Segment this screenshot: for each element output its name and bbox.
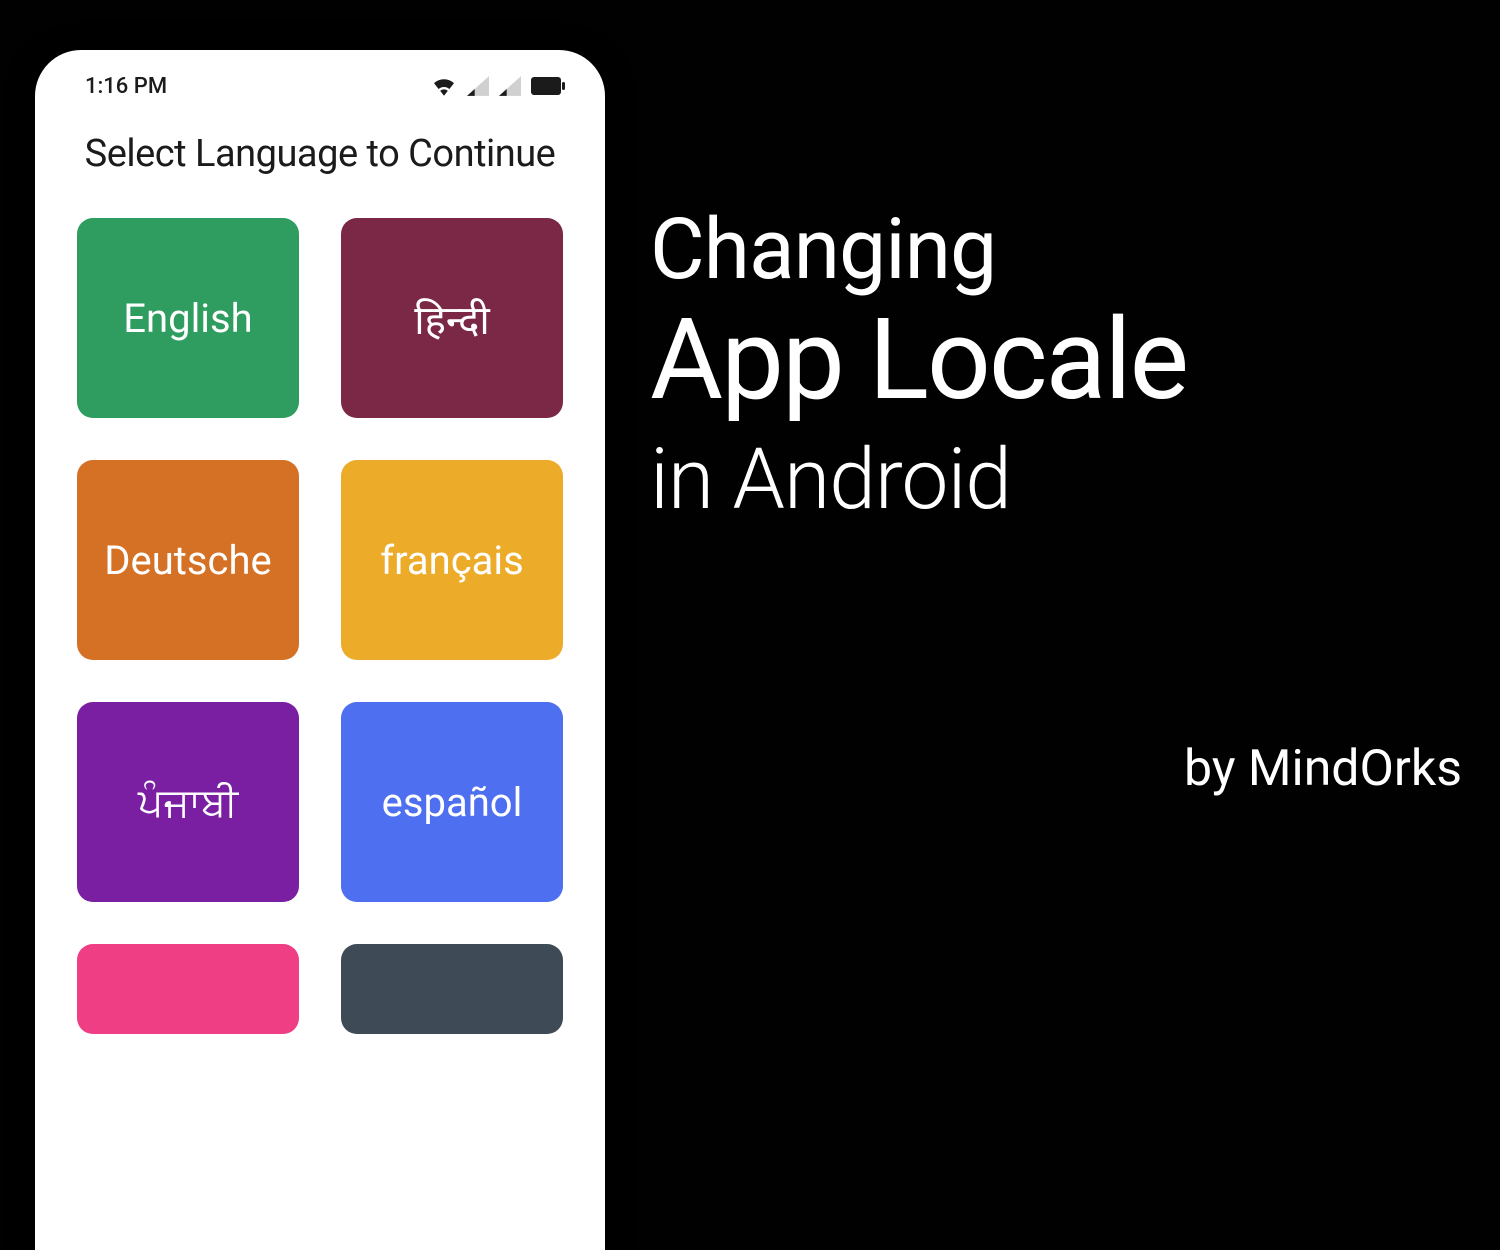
language-tile-hindi[interactable]: हिन्दी bbox=[341, 218, 563, 418]
language-tile-english[interactable]: English bbox=[77, 218, 299, 418]
hero-line-2: App Locale bbox=[650, 295, 1187, 426]
battery-icon bbox=[531, 77, 565, 95]
hero-text: Changing App Locale in Android bbox=[650, 200, 1187, 529]
language-grid: English हिन्दी Deutsche français ਪੰਜਾਬੀ … bbox=[35, 176, 605, 1034]
language-tile-deutsche[interactable]: Deutsche bbox=[77, 460, 299, 660]
hero-line-3: in Android bbox=[650, 430, 1187, 529]
language-tile-espanol[interactable]: español bbox=[341, 702, 563, 902]
byline: by MindOrks bbox=[1184, 740, 1462, 798]
language-tile-8[interactable] bbox=[341, 944, 563, 1034]
phone-frame: 1:16 PM Select Language to Continue Engl… bbox=[35, 50, 605, 1250]
status-bar: 1:16 PM bbox=[35, 62, 605, 110]
language-tile-7[interactable] bbox=[77, 944, 299, 1034]
hero-line-1: Changing bbox=[650, 200, 1187, 299]
wifi-icon bbox=[431, 76, 457, 96]
cellular-signal-1-icon bbox=[467, 76, 489, 96]
status-time: 1:16 PM bbox=[85, 74, 167, 99]
language-tile-punjabi[interactable]: ਪੰਜਾਬੀ bbox=[77, 702, 299, 902]
status-icons bbox=[431, 76, 565, 96]
language-tile-francais[interactable]: français bbox=[341, 460, 563, 660]
screen-title: Select Language to Continue bbox=[35, 132, 605, 176]
cellular-signal-2-icon bbox=[499, 76, 521, 96]
